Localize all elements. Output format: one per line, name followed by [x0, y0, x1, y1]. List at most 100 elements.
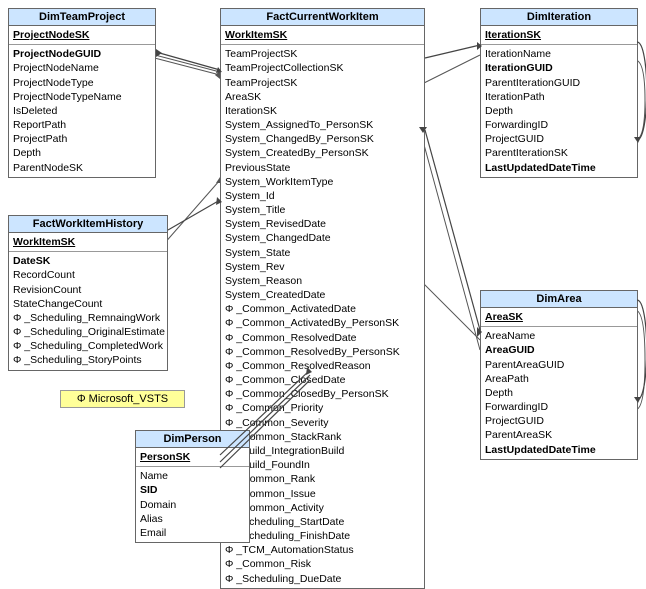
field-row: System_Reason: [225, 274, 420, 288]
field-row: ForwardingID: [485, 118, 633, 132]
field-row: TeamProjectCollectionSK: [225, 61, 420, 75]
table-dimarea: DimArea AreaSK AreaName AreaGUID ParentA…: [480, 290, 638, 460]
title-dimiteration: DimIteration: [481, 9, 637, 26]
field-row: System_RevisedDate: [225, 217, 420, 231]
field-row: Φ _Build_IntegrationBuild: [225, 444, 420, 458]
field-row: Φ _Common_Risk: [225, 557, 420, 571]
pk-factcurrentworkitem: WorkItemSK: [225, 28, 420, 42]
title-dimperson: DimPerson: [136, 431, 249, 448]
field-row: ParentIterationSK: [485, 146, 633, 160]
field-row: ProjectPath: [13, 132, 151, 146]
field-row: Φ _Common_ResolvedDate: [225, 331, 420, 345]
table-dimteamproject: DimTeamProject ProjectNodeSK ProjectNode…: [8, 8, 156, 178]
table-dimiteration: DimIteration IterationSK IterationName I…: [480, 8, 638, 178]
title-dimarea: DimArea: [481, 291, 637, 308]
fields-factworkitemhistory: DateSK RecordCount RevisionCount StateCh…: [9, 252, 167, 369]
field-row: ParentAreaGUID: [485, 358, 633, 372]
field-row: Φ _Scheduling_OriginalEstimate: [13, 325, 163, 339]
field-row: ProjectNodeName: [13, 61, 151, 75]
field-row: AreaSK: [225, 90, 420, 104]
field-row: Φ _Scheduling_DueDate: [225, 572, 420, 586]
field-row: System_ChangedBy_PersonSK: [225, 132, 420, 146]
field-row: Φ _TCM_AutomationStatus: [225, 543, 420, 557]
fields-factcurrentworkitem: TeamProjectSK TeamProjectCollectionSK Te…: [221, 45, 424, 588]
field-row: Φ _Common_Issue: [225, 487, 420, 501]
field-row: IsDeleted: [13, 104, 151, 118]
microsoft-vsts-box: Φ Microsoft_VSTS: [60, 390, 185, 408]
field-row: System_CreatedDate: [225, 288, 420, 302]
pk-dimarea: AreaSK: [485, 310, 633, 324]
field-row: ProjectGUID: [485, 414, 633, 428]
table-dimperson: DimPerson PersonSK Name SID Domain Alias…: [135, 430, 250, 543]
field-row: Φ _Common_Priority: [225, 401, 420, 415]
title-dimteamproject: DimTeamProject: [9, 9, 155, 26]
field-row: Domain: [140, 498, 245, 512]
field-row: Φ _Common_ResolvedBy_PersonSK: [225, 345, 420, 359]
title-factworkitemhistory: FactWorkItemHistory: [9, 216, 167, 233]
pk-section-dimperson: PersonSK: [136, 448, 249, 467]
table-factworkitemhistory: FactWorkItemHistory WorkItemSK DateSK Re…: [8, 215, 168, 371]
field-row: RecordCount: [13, 268, 163, 282]
pk-section-dimarea: AreaSK: [481, 308, 637, 327]
field-row: AreaGUID: [485, 343, 633, 357]
field-row: System_State: [225, 246, 420, 260]
pk-section-factcurrentworkitem: WorkItemSK: [221, 26, 424, 45]
field-row: Φ _Build_FoundIn: [225, 458, 420, 472]
field-row: TeamProjectSK: [225, 47, 420, 61]
diagram-container: DimTeamProject ProjectNodeSK ProjectNode…: [0, 0, 646, 540]
field-row: AreaPath: [485, 372, 633, 386]
field-row: ParentAreaSK: [485, 428, 633, 442]
field-row: System_WorkItemType: [225, 175, 420, 189]
fields-dimarea: AreaName AreaGUID ParentAreaGUID AreaPat…: [481, 327, 637, 459]
field-row: Name: [140, 469, 245, 483]
title-factcurrentworkitem: FactCurrentWorkItem: [221, 9, 424, 26]
field-row: LastUpdatedDateTime: [485, 161, 633, 175]
field-row: Φ _Scheduling_StartDate: [225, 515, 420, 529]
field-row: PreviousState: [225, 161, 420, 175]
field-row: Depth: [13, 146, 151, 160]
pk-dimiteration: IterationSK: [485, 28, 633, 42]
field-row: SID: [140, 483, 245, 497]
pk-section-dimteamproject: ProjectNodeSK: [9, 26, 155, 45]
pk-factworkitemhistory: WorkItemSK: [13, 235, 163, 249]
field-row: Depth: [485, 386, 633, 400]
fields-dimteamproject: ProjectNodeGUID ProjectNodeName ProjectN…: [9, 45, 155, 177]
field-row: ParentIterationGUID: [485, 76, 633, 90]
field-row: TeamProjectSK: [225, 76, 420, 90]
pk-dimteamproject: ProjectNodeSK: [13, 28, 151, 42]
microsoft-vsts-label: Φ Microsoft_VSTS: [77, 393, 168, 405]
field-row: System_Rev: [225, 260, 420, 274]
field-row: IterationName: [485, 47, 633, 61]
field-row: Φ _Common_ActivatedBy_PersonSK: [225, 316, 420, 330]
field-row: Φ _Common_StackRank: [225, 430, 420, 444]
field-row: Φ _Scheduling_CompletedWork: [13, 339, 163, 353]
field-row: Alias: [140, 512, 245, 526]
field-row: Φ _Common_Severity: [225, 416, 420, 430]
field-row: Depth: [485, 104, 633, 118]
field-row: LastUpdatedDateTime: [485, 443, 633, 457]
field-row: System_Id: [225, 189, 420, 203]
field-row: StateChangeCount: [13, 297, 163, 311]
field-row: Φ _Common_ResolvedReason: [225, 359, 420, 373]
field-row: Φ _Scheduling_RemnaingWork: [13, 311, 163, 325]
field-row: Φ _Common_Activity: [225, 501, 420, 515]
field-row: ProjectNodeGUID: [13, 47, 151, 61]
field-row: RevisionCount: [13, 283, 163, 297]
field-row: IterationGUID: [485, 61, 633, 75]
field-row: AreaName: [485, 329, 633, 343]
field-row: Φ _Scheduling_FinishDate: [225, 529, 420, 543]
field-row: Φ _Common_Rank: [225, 472, 420, 486]
field-row: IterationSK: [225, 104, 420, 118]
pk-section-dimiteration: IterationSK: [481, 26, 637, 45]
field-row: Φ _Common_ClosedDate: [225, 373, 420, 387]
field-row: ParentNodeSK: [13, 161, 151, 175]
field-row: System_CreatedBy_PersonSK: [225, 146, 420, 160]
field-row: DateSK: [13, 254, 163, 268]
field-row: System_AssignedTo_PersonSK: [225, 118, 420, 132]
fields-dimperson: Name SID Domain Alias Email: [136, 467, 249, 542]
field-row: Email: [140, 526, 245, 540]
pk-section-factworkitemhistory: WorkItemSK: [9, 233, 167, 252]
field-row: Φ _Common_ActivatedDate: [225, 302, 420, 316]
field-row: ProjectNodeType: [13, 76, 151, 90]
table-factcurrentworkitem: FactCurrentWorkItem WorkItemSK TeamProje…: [220, 8, 425, 589]
